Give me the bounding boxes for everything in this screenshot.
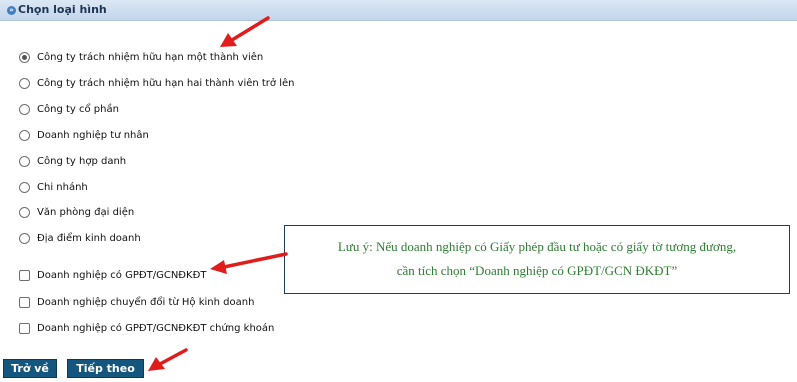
checkbox[interactable] [19,322,30,334]
radio-option-hop-danh[interactable]: Công ty hợp danh [19,154,126,168]
next-button[interactable]: Tiếp theo [67,359,144,378]
note-line-2: cần tích chọn “Doanh nghiệp có GPĐT/GCN … [396,263,678,278]
section-title: Chọn loại hình [18,3,107,16]
radio-label: Chi nhánh [37,181,88,193]
annotation-arrow-icon [220,16,270,47]
radio-option-1tv[interactable]: Công ty trách nhiệm hữu hạn một thành vi… [19,50,263,64]
radio-label: Địa điểm kinh doanh [37,232,141,244]
annotation-arrow-icon [148,348,188,371]
checkbox-option-gpdt[interactable]: Doanh nghiệp có GPĐT/GCNĐKĐT [19,268,206,282]
checkbox-option-chuyen-doi[interactable]: Doanh nghiệp chuyển đổi từ Hộ kinh doanh [19,295,254,309]
radio-button[interactable] [19,155,30,167]
radio-button[interactable] [19,129,30,141]
radio-label: Văn phòng đại diện [37,206,135,218]
checkbox-label: Doanh nghiệp có GPĐT/GCNĐKĐT [37,269,207,281]
radio-button[interactable] [19,181,30,193]
radio-button[interactable] [19,103,30,115]
radio-label: Doanh nghiệp tư nhân [37,129,149,141]
radio-option-2tv[interactable]: Công ty trách nhiệm hữu hạn hai thành vi… [19,76,295,90]
radio-option-dia-diem[interactable]: Địa điểm kinh doanh [19,231,141,245]
radio-button[interactable] [19,77,30,89]
section-bullet-icon: » [7,6,16,15]
checkbox-label: Doanh nghiệp có GPĐT/GCNĐKĐT chứng khoán [37,322,275,334]
radio-label: Công ty trách nhiệm hữu hạn một thành vi… [37,51,264,63]
radio-option-chi-nhanh[interactable]: Chi nhánh [19,180,88,194]
radio-option-co-phan[interactable]: Công ty cổ phần [19,102,119,116]
checkbox[interactable] [19,296,30,308]
radio-label: Công ty cổ phần [37,103,119,115]
section-header: » Chọn loại hình [0,0,797,21]
back-button[interactable]: Trở về [3,359,57,378]
radio-button-checked[interactable] [19,51,30,63]
radio-option-tu-nhan[interactable]: Doanh nghiệp tư nhân [19,128,149,142]
radio-label: Công ty trách nhiệm hữu hạn hai thành vi… [37,77,295,89]
checkbox[interactable] [19,269,30,281]
radio-label: Công ty hợp danh [37,155,127,167]
radio-button[interactable] [19,232,30,244]
note-line-1: Lưu ý: Nếu doanh nghiệp có Giấy phép đầu… [337,239,737,254]
radio-button[interactable] [19,206,30,218]
radio-option-van-phong[interactable]: Văn phòng đại diện [19,205,134,219]
checkbox-option-chung-khoan[interactable]: Doanh nghiệp có GPĐT/GCNĐKĐT chứng khoán [19,321,274,335]
annotation-arrow-icon [210,252,288,274]
checkbox-label: Doanh nghiệp chuyển đổi từ Hộ kinh doanh [37,296,255,308]
note-box: Lưu ý: Nếu doanh nghiệp có Giấy phép đầu… [284,225,790,294]
